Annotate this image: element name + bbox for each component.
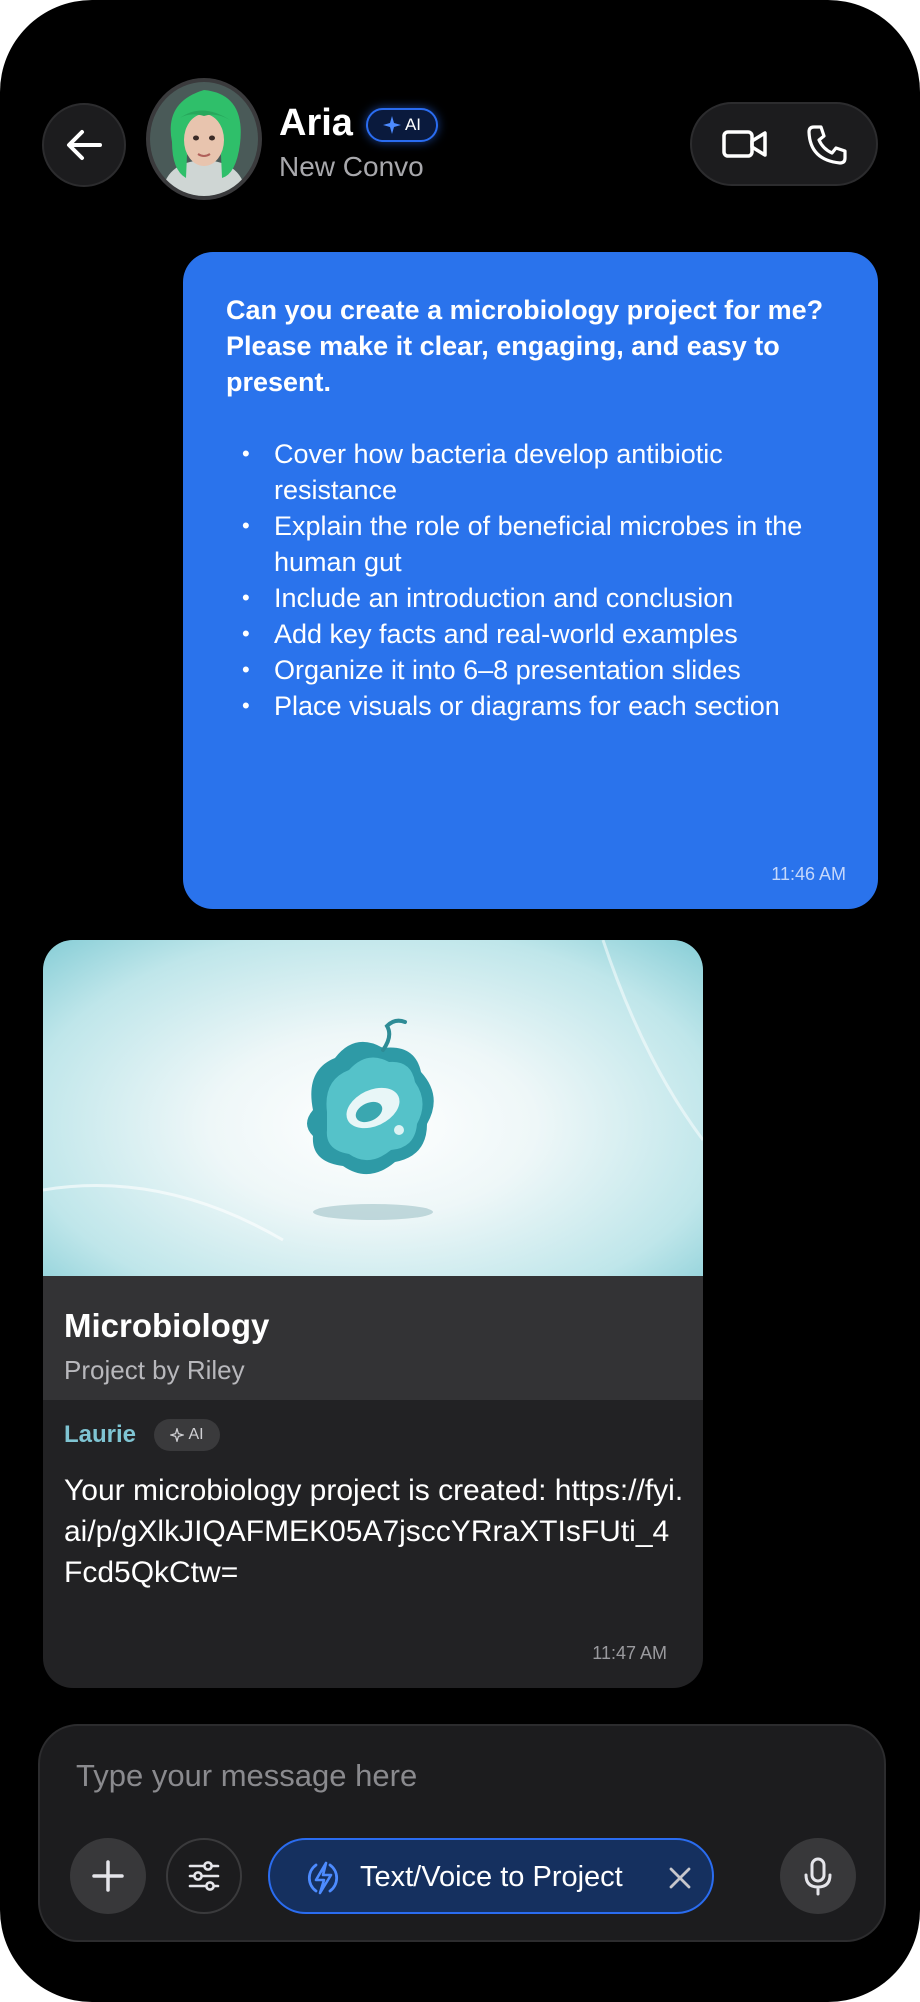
message-intro: Can you create a microbiology project fo… (226, 295, 824, 397)
list-item: • Place visuals or diagrams for each sect… (242, 691, 780, 721)
video-camera-icon (722, 130, 767, 158)
reply-message[interactable]: Your microbiology project is created: ht… (64, 1470, 684, 1593)
video-call-button[interactable] (722, 124, 768, 169)
outgoing-message-bubble[interactable]: Can you create a microbiology project fo… (183, 252, 878, 909)
contact-name: Aria (279, 102, 353, 144)
close-icon (669, 1867, 691, 1889)
project-author: Project by Riley (64, 1355, 245, 1385)
ai-badge: AI (366, 108, 438, 142)
list-item: • Explain the role of beneficial microbes… (242, 511, 803, 577)
list-item: • Add key facts and real-world examples (242, 619, 738, 649)
mode-label: Text/Voice to Project (360, 1861, 623, 1893)
conversation-subtitle: New Convo (279, 151, 424, 182)
message-timestamp: 11:47 AM (592, 1643, 667, 1663)
project-thumbnail[interactable] (43, 940, 703, 1276)
sliders-icon (188, 1861, 220, 1891)
back-arrow-icon (67, 130, 102, 160)
add-attachment-button[interactable] (70, 1838, 146, 1914)
microphone-icon (804, 1857, 832, 1896)
text-voice-to-project-mode[interactable]: Text/Voice to Project (268, 1838, 714, 1914)
voice-input-button[interactable] (780, 1838, 856, 1914)
list-item: • Include an introduction and conclusion (242, 583, 734, 613)
message-bullet-list: • Cover how bacteria develop antibiotic r… (226, 436, 848, 724)
bolt-icon (307, 1861, 339, 1895)
call-actions (690, 102, 878, 186)
avatar-image (150, 82, 258, 196)
list-item: • Cover how bacteria develop antibiotic r… (242, 439, 723, 505)
list-item: • Organize it into 6–8 presentation slide… (242, 655, 741, 685)
project-card[interactable]: Microbiology Project by Riley Laurie AI … (43, 940, 703, 1688)
phone-icon (807, 125, 847, 165)
back-button[interactable] (42, 103, 126, 187)
sparkle-icon (382, 116, 401, 134)
plus-icon (92, 1860, 124, 1892)
avatar[interactable] (146, 78, 262, 200)
message-input[interactable] (74, 1750, 838, 1802)
ai-badge-label: AI (188, 1426, 204, 1443)
settings-button[interactable] (166, 1838, 242, 1914)
message-composer: Text/Voice to Project (38, 1724, 886, 1942)
message-timestamp: 11:46 AM (771, 864, 846, 884)
remove-mode-button[interactable] (666, 1864, 694, 1897)
phone-screen: Aria AI New Convo Can you create a micro… (0, 0, 920, 2002)
sender-name: Laurie (64, 1421, 137, 1448)
ai-badge: AI (154, 1419, 220, 1451)
sparkle-icon (170, 1428, 185, 1442)
project-title: Microbiology (64, 1307, 270, 1344)
voice-call-button[interactable] (806, 124, 848, 171)
microbe-illustration (43, 940, 703, 1242)
ai-badge-label: AI (404, 115, 422, 134)
